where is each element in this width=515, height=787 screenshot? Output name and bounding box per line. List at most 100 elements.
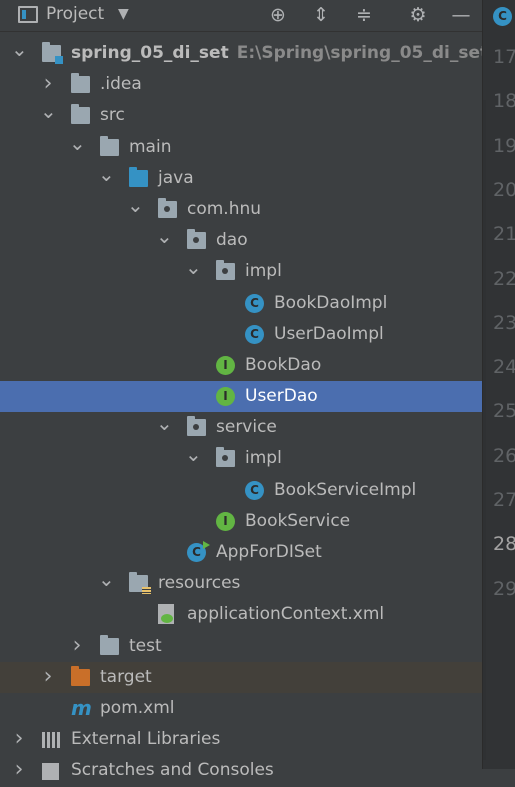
- tree-item-text: service: [216, 417, 277, 438]
- tree-row-src[interactable]: ⌄ src: [0, 100, 482, 131]
- project-tree: ⌄ spring_05_di_set E:\Spring\spring_05_di_…: [0, 38, 488, 787]
- expand-all-icon[interactable]: ⇕: [309, 3, 333, 27]
- tree-row-bookdao[interactable]: I BookDao: [0, 350, 482, 381]
- tree-row-scratches-and-consoles[interactable]: › Scratches and Consoles: [0, 755, 482, 786]
- tree-row-com-hnu[interactable]: ⌄ com.hnu: [0, 194, 482, 225]
- tree-row-bookserviceimpl[interactable]: C BookServiceImpl: [0, 475, 482, 506]
- tree-item-text: BookService: [245, 510, 351, 531]
- tree-item-text: Scratches and Consoles: [71, 760, 274, 781]
- editor-gutter: C 17 18 19 20 21 22 23 24 25 26 27 28 29: [482, 0, 515, 769]
- tree-row-target[interactable]: › target: [0, 661, 482, 693]
- tree-item-label: target: [100, 662, 152, 693]
- tree-item-label: BookService: [245, 506, 350, 537]
- chevron-down-icon[interactable]: ▼: [118, 6, 129, 22]
- tree-row-main[interactable]: ⌄ main: [0, 132, 482, 163]
- gear-icon[interactable]: ⚙: [406, 3, 430, 27]
- tree-row-resources[interactable]: ⌄ resources: [0, 568, 482, 599]
- hide-panel-icon[interactable]: —: [449, 3, 473, 27]
- chevron-right-icon[interactable]: ›: [40, 69, 56, 98]
- tree-item-label: service: [216, 412, 277, 443]
- tree-row-userdao[interactable]: I UserDao: [0, 381, 482, 413]
- module-folder-icon: [42, 42, 63, 64]
- chevron-right-icon[interactable]: ›: [11, 755, 27, 784]
- module-path: E:\Spring\spring_05_di_set: [236, 43, 489, 63]
- chevron-down-icon[interactable]: ⌄: [127, 194, 144, 216]
- chevron-down-icon[interactable]: ⌄: [98, 163, 115, 185]
- tree-item-text: pom.xml: [100, 697, 175, 718]
- tool-window-title[interactable]: Project: [46, 4, 104, 24]
- tree-row-applicationcontext-xml[interactable]: applicationContext.xml: [0, 599, 482, 630]
- tree-row-dao[interactable]: ⌄ dao: [0, 225, 482, 256]
- tree-item-label: BookDao: [245, 350, 321, 381]
- tree-item-label: dao: [216, 225, 248, 256]
- chevron-down-icon[interactable]: ⌄: [156, 412, 173, 434]
- package-icon: [158, 197, 177, 218]
- chevron-down-icon[interactable]: ⌄: [185, 443, 202, 465]
- tree-item-text: dao: [216, 230, 248, 251]
- maven-icon: m: [71, 695, 92, 720]
- interface-icon: I: [216, 511, 235, 531]
- tree-row-bookservice[interactable]: I BookService: [0, 506, 482, 537]
- libraries-icon: [42, 732, 62, 749]
- chevron-down-icon[interactable]: ⌄: [69, 132, 86, 154]
- tree-item-label: resources: [158, 568, 240, 599]
- tree-item-text: applicationContext.xml: [187, 604, 385, 625]
- folder-icon: [100, 135, 119, 156]
- chevron-down-icon[interactable]: ⌄: [40, 100, 57, 122]
- tree-row-java[interactable]: ⌄ java: [0, 163, 482, 194]
- tree-item-label: External Libraries: [71, 724, 220, 755]
- chevron-down-icon[interactable]: ⌄: [185, 256, 202, 278]
- chevron-down-icon[interactable]: ⌄: [11, 38, 28, 60]
- tree-row-external-libraries[interactable]: › External Libraries: [0, 724, 482, 755]
- package-icon: [187, 416, 206, 437]
- tree-item-label: impl: [245, 443, 282, 474]
- resources-folder-icon: [129, 572, 151, 595]
- tree-row-appfordiset[interactable]: C AppForDISet: [0, 537, 482, 568]
- tree-row--idea[interactable]: › .idea: [0, 69, 482, 100]
- spring-xml-icon: [158, 604, 174, 625]
- tree-item-text: .idea: [100, 74, 142, 95]
- tree-row-impl[interactable]: ⌄ impl: [0, 256, 482, 287]
- package-icon: [216, 260, 235, 281]
- chevron-down-icon[interactable]: ⌄: [156, 225, 173, 247]
- tree-item-label: UserDaoImpl: [274, 319, 384, 350]
- line-number: 28: [493, 533, 515, 556]
- tree-item-text: impl: [245, 261, 282, 282]
- tree-row-service[interactable]: ⌄ service: [0, 412, 482, 443]
- line-number: 21: [493, 223, 515, 246]
- scrollbar[interactable]: [483, 100, 486, 760]
- line-number: 26: [493, 444, 515, 467]
- tree-item-text: src: [100, 105, 125, 126]
- locate-file-icon[interactable]: ⊕: [266, 3, 290, 27]
- tree-item-label: spring_05_di_set E:\Spring\spring_05_di_s…: [71, 38, 488, 69]
- class-icon: C: [245, 293, 264, 313]
- chevron-right-icon[interactable]: ›: [69, 631, 85, 660]
- tree-item-text: UserDao: [245, 386, 318, 407]
- tree-row-impl[interactable]: ⌄ impl: [0, 443, 482, 474]
- chevron-down-icon[interactable]: ⌄: [98, 568, 115, 590]
- tree-item-label: Scratches and Consoles: [71, 755, 274, 786]
- tree-item-label: test: [129, 631, 162, 662]
- tree-item-label: pom.xml: [100, 693, 175, 724]
- folder-icon: [71, 104, 90, 125]
- tree-row-userdaoimpl[interactable]: C UserDaoImpl: [0, 319, 482, 350]
- tree-item-label: BookDaoImpl: [274, 288, 387, 319]
- collapse-all-icon[interactable]: ≑: [352, 3, 376, 27]
- tree-item-text: java: [158, 167, 194, 188]
- chevron-right-icon[interactable]: ›: [11, 724, 27, 753]
- class-icon: C: [245, 480, 264, 500]
- class-file-tab-icon[interactable]: C: [493, 7, 512, 26]
- tree-item-label: BookServiceImpl: [274, 475, 416, 506]
- tree-item-text: BookDao: [245, 354, 322, 375]
- tree-item-label: impl: [245, 256, 282, 287]
- tree-row-bookdaoimpl[interactable]: C BookDaoImpl: [0, 288, 482, 319]
- tree-row-test[interactable]: › test: [0, 631, 482, 662]
- tree-row-pom-xml[interactable]: m pom.xml: [0, 693, 482, 724]
- tree-item-text: target: [100, 666, 152, 687]
- chevron-right-icon[interactable]: ›: [40, 662, 56, 691]
- runnable-class-icon: C: [187, 541, 210, 562]
- tree-row-spring-05-di-set[interactable]: ⌄ spring_05_di_set E:\Spring\spring_05_di_…: [0, 38, 488, 69]
- line-number: 20: [493, 178, 515, 201]
- interface-icon: I: [216, 387, 235, 407]
- interface-icon: I: [216, 355, 235, 375]
